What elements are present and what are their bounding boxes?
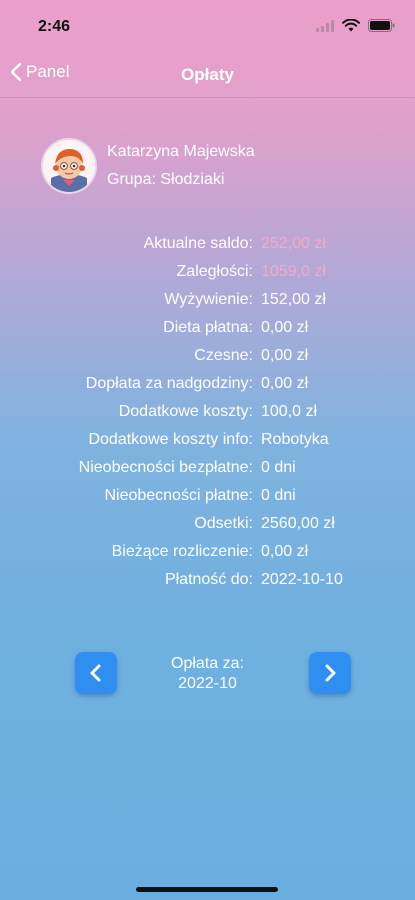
detail-label: Wyżywienie:	[164, 291, 253, 308]
page-title: Opłaty	[181, 65, 234, 84]
wifi-icon	[342, 19, 360, 32]
detail-value: 0,00 zł	[261, 347, 309, 364]
battery-icon	[368, 19, 395, 32]
child-group: Grupa: Słodziaki	[107, 171, 225, 188]
detail-value: 252,00 zł	[261, 235, 326, 252]
detail-label: Nieobecności bezpłatne:	[78, 459, 253, 476]
detail-label: Bieżące rozliczenie:	[111, 543, 253, 560]
detail-row-tuition: Czesne: 0,00 zł	[0, 342, 415, 370]
detail-value: 0,00 zł	[261, 319, 309, 336]
detail-label: Dopłata za nadgodziny:	[85, 375, 253, 392]
detail-row-paid-absences: Nieobecności płatne: 0 dni	[0, 482, 415, 510]
detail-label: Aktualne saldo:	[143, 235, 253, 252]
detail-value: 0 dni	[261, 459, 296, 476]
detail-value: 0,00 zł	[261, 543, 309, 560]
detail-value: 2022-10-10	[261, 571, 343, 588]
detail-label: Dodatkowe koszty:	[118, 403, 253, 420]
detail-value: Robotyka	[261, 431, 329, 448]
detail-row-due-date: Płatność do: 2022-10-10	[0, 566, 415, 594]
pager-label: Opłata za: 2022-10	[0, 654, 415, 694]
detail-value: 0 dni	[261, 487, 296, 504]
pager-label-title: Opłata za:	[171, 655, 244, 672]
detail-label: Zaległości:	[176, 263, 253, 280]
detail-row-extra-costs: Dodatkowe koszty: 100,0 zł	[0, 398, 415, 426]
child-avatar-icon	[43, 140, 95, 192]
detail-row-paid-diet: Dieta płatna: 0,00 zł	[0, 314, 415, 342]
child-name: Katarzyna Majewska	[107, 143, 255, 160]
detail-label: Dieta płatna:	[163, 319, 253, 336]
detail-label: Dodatkowe koszty info:	[88, 431, 253, 448]
signal-icon	[316, 19, 334, 32]
detail-value: 100,0 zł	[261, 403, 318, 420]
detail-value: 0,00 zł	[261, 375, 309, 392]
status-icons	[316, 19, 395, 32]
detail-label: Odsetki:	[194, 515, 253, 532]
status-time: 2:46	[38, 18, 71, 35]
detail-row-free-absences: Nieobecności bezpłatne: 0 dni	[0, 454, 415, 482]
detail-row-meals: Wyżywienie: 152,00 zł	[0, 286, 415, 314]
detail-value: 2560,00 zł	[261, 515, 335, 532]
payment-details: Aktualne saldo: 252,00 zł Zaległości: 10…	[0, 230, 415, 594]
detail-label: Płatność do:	[164, 571, 253, 588]
navigation-bar: Panel Opłaty	[0, 52, 415, 98]
detail-row-overtime: Dopłata za nadgodziny: 0,00 zł	[0, 370, 415, 398]
detail-value: 1059,0 zł	[261, 263, 326, 280]
avatar	[41, 138, 97, 194]
detail-row-balance: Aktualne saldo: 252,00 zł	[0, 230, 415, 258]
detail-label: Nieobecności płatne:	[104, 487, 253, 504]
child-profile: Katarzyna Majewska Grupa: Słodziaki	[41, 138, 255, 194]
detail-value: 152,00 zł	[261, 291, 326, 308]
month-pager: Opłata za: 2022-10	[0, 652, 415, 698]
status-bar: 2:46	[0, 0, 415, 52]
detail-row-current-settlement: Bieżące rozliczenie: 0,00 zł	[0, 538, 415, 566]
chevron-right-icon	[325, 664, 336, 682]
detail-row-extra-costs-info: Dodatkowe koszty info: Robotyka	[0, 426, 415, 454]
detail-row-interest: Odsetki: 2560,00 zł	[0, 510, 415, 538]
next-month-button[interactable]	[309, 652, 351, 694]
detail-label: Czesne:	[194, 347, 253, 364]
detail-row-arrears: Zaległości: 1059,0 zł	[0, 258, 415, 286]
home-indicator[interactable]	[136, 887, 278, 892]
pager-label-month: 2022-10	[178, 675, 237, 692]
